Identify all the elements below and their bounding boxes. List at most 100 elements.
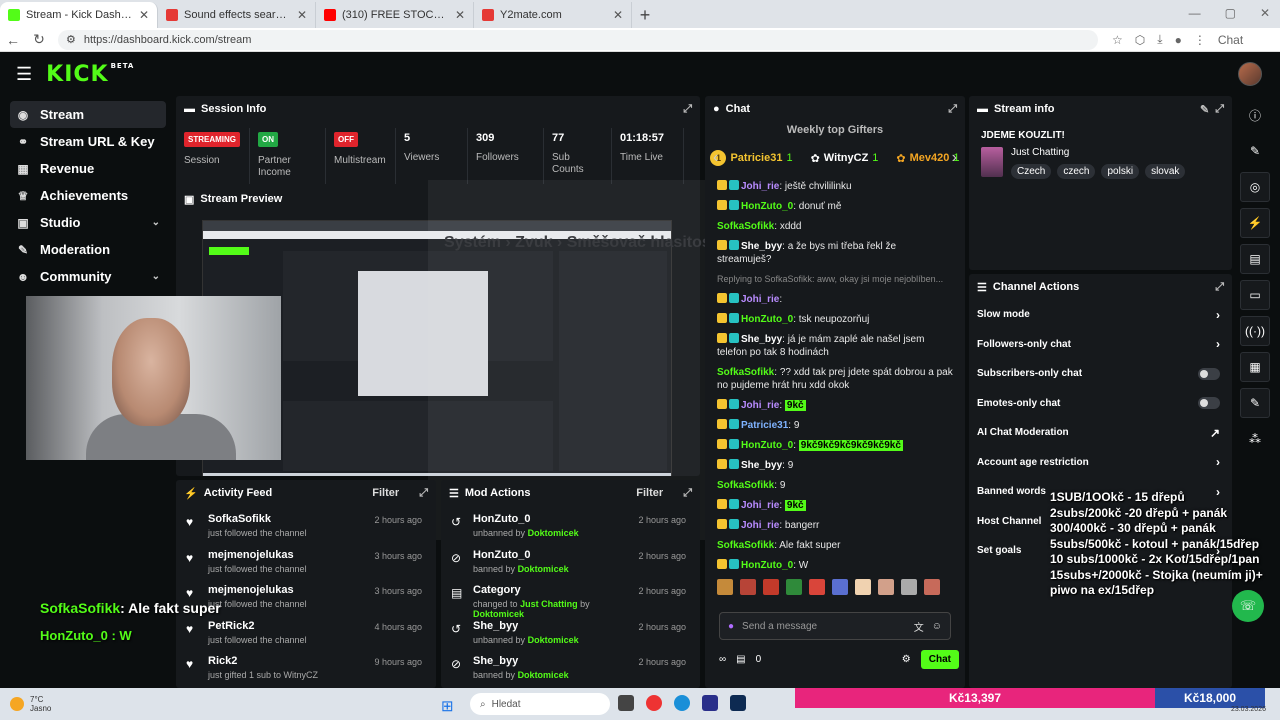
back-icon[interactable]: ← [0,32,26,48]
channel-action-row[interactable]: Emotes-only chat [969,389,1232,419]
expand-icon[interactable]: ⤢ [1215,103,1224,116]
chat-username[interactable]: She_byy [741,241,782,252]
emote-icon[interactable] [901,579,917,595]
emote-icon[interactable] [786,579,802,595]
chat-send-button[interactable]: Chat [920,650,959,669]
mod-actor[interactable]: Doktomicek [528,528,579,538]
chevron-right-icon[interactable]: › [1216,337,1220,351]
edge-icon[interactable] [674,695,690,711]
chrome-icon[interactable] [646,695,662,711]
mod-actor-2[interactable]: Doktomicek [473,609,524,619]
download-icon[interactable]: ⤓ [1157,32,1162,47]
chat-username[interactable]: SofkaSofikk [717,221,774,232]
chat-username[interactable]: Johi_rie [741,520,779,531]
mod-actor[interactable]: Doktomicek [528,635,579,645]
pencil-icon[interactable]: ✎ [1240,136,1270,166]
gifter-name[interactable]: Mev420 [910,152,950,164]
weather-widget[interactable]: 7°C Jasno [10,695,51,713]
chat-username[interactable]: HonZuto_0 [741,314,793,325]
sidebar-item[interactable]: ▣ Studio ⌄ [10,209,166,236]
gifters-prev-icon[interactable]: ‹ [713,149,718,167]
stream-tag[interactable]: Czech [1011,164,1052,179]
stream-tag[interactable]: polski [1101,164,1140,179]
document-icon[interactable]: ▤ [1240,244,1270,274]
bolt-icon[interactable]: ⚡ [1240,208,1270,238]
chat-username[interactable]: She_byy [741,460,782,471]
chat-username[interactable]: SofkaSofikk [717,367,774,378]
emote-icon[interactable] [809,579,825,595]
premiere-icon[interactable] [702,695,718,711]
channel-action-row[interactable]: Subscribers-only chat [969,359,1232,389]
tab-close-icon[interactable]: ✕ [613,8,623,22]
channel-action-row[interactable]: Account age restriction › [969,448,1232,478]
site-info-icon[interactable]: ⚙ [66,33,76,46]
chat-username[interactable]: Johi_rie [741,400,779,411]
sidebar-item[interactable]: ☻ Community ⌄ [10,263,166,290]
emote-icon[interactable] [855,579,871,595]
activity-user[interactable]: Rick2 [208,655,374,667]
chevron-right-icon[interactable]: › [1216,455,1220,469]
chat-username[interactable]: Patricie31 [741,420,788,431]
info-icon[interactable]: ⓘ [1240,100,1270,130]
tab-close-icon[interactable]: ✕ [297,8,307,22]
task-view-icon[interactable] [618,695,634,711]
chat-username[interactable]: HonZuto_0 [741,560,793,571]
broadcast-icon[interactable]: ((·)) [1240,316,1270,346]
mod-target[interactable]: HonZuto_0 [473,549,638,561]
layout-icon[interactable]: ▦ [1240,352,1270,382]
mod-target[interactable]: HonZuto_0 [473,513,638,525]
chat-username[interactable]: HonZuto_0 [741,440,793,451]
chat-username[interactable]: SofkaSofikk [717,480,774,491]
emoji-icon[interactable]: ☺ [932,621,942,632]
url-field[interactable]: ⚙ https://dashboard.kick.com/stream [58,29,1098,50]
emote-icon[interactable] [740,579,756,595]
mod-target[interactable]: She_byy [473,620,638,632]
sidebar-item[interactable]: ✎ Moderation [10,236,166,263]
expand-icon[interactable]: ⤢ [419,487,428,500]
channel-action-row[interactable]: AI Chat Moderation ↗ [969,418,1232,448]
gifter-name[interactable]: Patricie31 [730,152,782,164]
stream-tag[interactable]: slovak [1145,164,1186,179]
camera-icon[interactable]: ◎ [1240,172,1270,202]
reload-icon[interactable]: ↻ [26,31,52,48]
tab-close-icon[interactable]: ✕ [139,8,149,22]
chevron-down-icon[interactable]: ⌄ [152,217,160,228]
maximize-icon[interactable]: ▢ [1225,6,1236,20]
kick-logo[interactable]: KICK BETA [46,62,134,87]
gifter-name[interactable]: WitnyCZ [824,152,869,164]
gift-icon[interactable]: ▤ [736,654,745,665]
microphone-icon[interactable]: ● [728,621,734,632]
channel-action-row[interactable]: Followers-only chat › [969,330,1232,360]
browser-tab[interactable]: Y2mate.com ✕ [474,2,632,28]
mod-target[interactable]: Category [473,584,638,596]
chevron-right-icon[interactable]: › [1216,308,1220,322]
user-avatar[interactable] [1238,62,1262,86]
sidebar-item[interactable]: ◉ Stream [10,101,166,128]
browser-tab[interactable]: (310) FREE STOCK VIDEO "LOVE" ✕ [316,2,474,28]
copilot-label[interactable]: Chat [1218,33,1243,47]
photoshop-icon[interactable] [730,695,746,711]
chat-username[interactable]: SofkaSofikk [717,540,774,551]
edit-icon[interactable]: ✎ [1200,103,1209,116]
activity-user[interactable]: mejmenojelukas [208,549,374,561]
activity-user[interactable]: mejmenojelukas [208,584,374,596]
external-link-icon[interactable]: ↗ [1210,426,1220,440]
wrench-icon[interactable]: ✎ [1240,388,1270,418]
points-icon[interactable]: ∞ [719,654,726,665]
expand-icon[interactable]: ⤢ [683,103,692,116]
mod-actor[interactable]: Just Chatting [520,599,578,609]
activity-user[interactable]: SofkaSofikk [208,513,374,525]
chevron-down-icon[interactable]: ⌄ [152,271,160,282]
sidebar-item[interactable]: ⚭ Stream URL & Key [10,128,166,155]
emote-icon[interactable] [924,579,940,595]
chat-username[interactable]: Johi_rie [741,181,779,192]
close-window-icon[interactable]: ✕ [1260,6,1270,20]
share-icon[interactable]: ⁂ [1240,424,1270,454]
chat-username[interactable]: Johi_rie [741,500,779,511]
activity-user[interactable]: PetRick2 [208,620,374,632]
mod-target[interactable]: She_byy [473,655,638,667]
emote-icon[interactable] [763,579,779,595]
filter-button[interactable]: Filter [636,487,663,499]
browser-tab[interactable]: Stream - Kick Dashboard ✕ [0,2,158,28]
mod-actor[interactable]: Doktomicek [518,670,569,680]
